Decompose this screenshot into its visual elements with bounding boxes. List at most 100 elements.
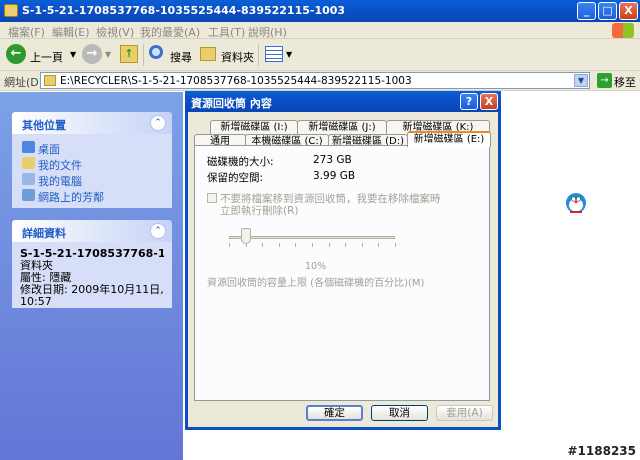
reserved-space-label: 保留的空間: [207,172,264,184]
search-button-label[interactable]: 搜尋 [170,49,192,65]
details-header[interactable]: 詳細資料 ⌃ [12,220,172,242]
up-folder-icon[interactable]: ↑ [120,45,138,63]
menu-help[interactable]: 說明(H) [248,24,287,40]
back-button-label[interactable]: 上一頁 [30,49,63,65]
tab-drive-e[interactable]: 新增磁碟區 (E:) [407,131,491,147]
close-button[interactable]: X [619,2,638,20]
address-label: 網址(D) [4,76,44,89]
details-box: 詳細資料 ⌃ S-1-5-21-1708537768-1035525 資料夾 屬… [12,220,172,308]
toolbar-separator [143,44,144,66]
doraemon-icon[interactable] [565,192,587,216]
slider-tick [329,243,330,247]
detail-type: 資料夾 [20,260,53,272]
slider-percent-label: 10% [305,261,327,272]
slider-tick [279,243,280,247]
cancel-button[interactable]: 取消 [371,405,428,421]
menu-edit[interactable]: 編輯(E) [52,24,90,40]
slider-tick [229,243,230,247]
link-label[interactable]: 我的文件 [38,157,82,173]
detail-modified-time: 10:57 [20,296,52,308]
folder-icon [44,75,56,86]
delete-immediately-checkbox[interactable] [207,193,217,203]
link-label[interactable]: 網路上的芳鄰 [38,189,104,205]
folder-icon [4,4,18,17]
watermark-text: #1188235 [567,444,636,458]
link-label[interactable]: 桌面 [38,141,60,157]
slider-tick [246,243,247,247]
task-pane: 其他位置 ⌃ 桌面 我的文件 我的電腦 網路上的芳鄰 詳細資料 ⌃ S-1-5-… [0,92,183,460]
folders-button-label[interactable]: 資料夾 [221,49,254,65]
drive-size-value: 273 GB [313,154,352,166]
address-bar: 網址(D) E:\RECYCLER\S-1-5-21-1708537768-10… [0,71,640,91]
slider-tick [395,243,396,247]
delete-immediately-label-2[interactable]: 立即執行刪除(R) [220,203,299,218]
slider-tick [295,243,296,247]
ok-button[interactable]: 確定 [306,405,363,421]
slider-tick [362,243,363,247]
views-icon[interactable] [265,46,283,62]
link-label[interactable]: 我的電腦 [38,173,82,189]
help-button[interactable]: ? [460,93,478,110]
slider-tick [262,243,263,247]
menu-bar: 檔案(F) 編輯(E) 檢視(V) 我的最愛(A) 工具(T) 說明(H) [0,22,640,39]
slider-tick [345,243,346,247]
search-icon[interactable] [149,45,163,59]
collapse-icon[interactable]: ⌃ [150,115,166,131]
toolbar-separator [258,44,259,66]
maximize-button[interactable]: □ [598,2,617,20]
go-button-label[interactable]: 移至 [614,74,636,90]
back-dropdown-icon[interactable]: ▼ [70,50,76,59]
recycle-bin-properties-dialog: 資源回收筒 內容 ? X 新增磁碟區 (I:) 新增磁碟區 (J:) 新增磁碟區… [185,91,501,430]
detail-attributes: 屬性: 隱藏 [20,272,72,284]
menu-tools[interactable]: 工具(T) [208,24,245,40]
folders-icon[interactable] [200,47,216,61]
slider-tick [312,243,313,247]
other-places-header[interactable]: 其他位置 ⌃ [12,112,172,134]
collapse-icon[interactable]: ⌃ [150,223,166,239]
other-places-title: 其他位置 [22,119,66,132]
link-my-documents[interactable]: 我的文件 [22,156,162,172]
address-input[interactable]: E:\RECYCLER\S-1-5-21-1708537768-10355254… [40,72,590,89]
dialog-close-button[interactable]: X [480,93,498,110]
toolbar: ← 上一頁 ▼ → ▼ ↑ 搜尋 資料夾 ▼ [0,39,640,71]
slider-tick [378,243,379,247]
detail-name: S-1-5-21-1708537768-1035525 [20,248,164,260]
slider-track[interactable] [229,236,395,239]
chevron-down-icon[interactable]: ▼ [574,74,588,87]
my-documents-icon [22,157,35,169]
dialog-title: 資源回收筒 內容 [191,97,272,110]
capacity-slider-thumb[interactable] [241,228,251,244]
my-computer-icon [22,173,35,185]
link-my-computer[interactable]: 我的電腦 [22,172,162,188]
dialog-title-bar[interactable]: 資源回收筒 內容 ? X [185,91,501,112]
detail-modified: 修改日期: 2009年10月11日, 上午 [20,284,164,296]
menu-view[interactable]: 檢視(V) [96,24,134,40]
network-places-icon [22,189,35,201]
menu-file[interactable]: 檔案(F) [8,24,45,40]
window-title: S-1-5-21-1708537768-1035525444-839522115… [22,4,346,17]
apply-button[interactable]: 套用(A) [436,405,493,421]
reserved-space-value: 3.99 GB [313,170,356,182]
details-body: S-1-5-21-1708537768-1035525 資料夾 屬性: 隱藏 修… [12,242,172,308]
back-arrow-icon[interactable]: ← [6,44,26,64]
tab-drive-i[interactable]: 新增磁碟區 (I:) [210,120,298,134]
window-title-bar[interactable]: S-1-5-21-1708537768-1035525444-839522115… [0,0,640,22]
minimize-button[interactable]: _ [577,2,596,20]
other-places-body: 桌面 我的文件 我的電腦 網路上的芳鄰 [12,134,172,208]
tab-drive-j[interactable]: 新增磁碟區 (J:) [297,120,387,134]
address-path[interactable]: E:\RECYCLER\S-1-5-21-1708537768-10355254… [60,75,412,87]
forward-arrow-icon[interactable]: → [82,44,102,64]
forward-dropdown-icon[interactable]: ▼ [105,50,111,59]
link-network-places[interactable]: 網路上的芳鄰 [22,188,162,204]
drive-size-label: 磁碟機的大小: [207,156,274,168]
slider-caption: 資源回收筒的容量上限 (各個磁碟機的百分比)(M) [207,278,425,289]
details-title: 詳細資料 [22,227,66,240]
go-arrow-icon[interactable]: → [597,73,612,88]
other-places-box: 其他位置 ⌃ 桌面 我的文件 我的電腦 網路上的芳鄰 [12,112,172,208]
views-dropdown-icon[interactable]: ▼ [286,50,292,59]
menu-favorites[interactable]: 我的最愛(A) [140,24,200,40]
link-desktop[interactable]: 桌面 [22,140,162,156]
windows-logo-icon [612,23,634,38]
tab-panel: 磁碟機的大小: 273 GB 保留的空間: 3.99 GB 不要將檔案移到資源回… [194,145,490,401]
desktop-icon [22,141,35,153]
